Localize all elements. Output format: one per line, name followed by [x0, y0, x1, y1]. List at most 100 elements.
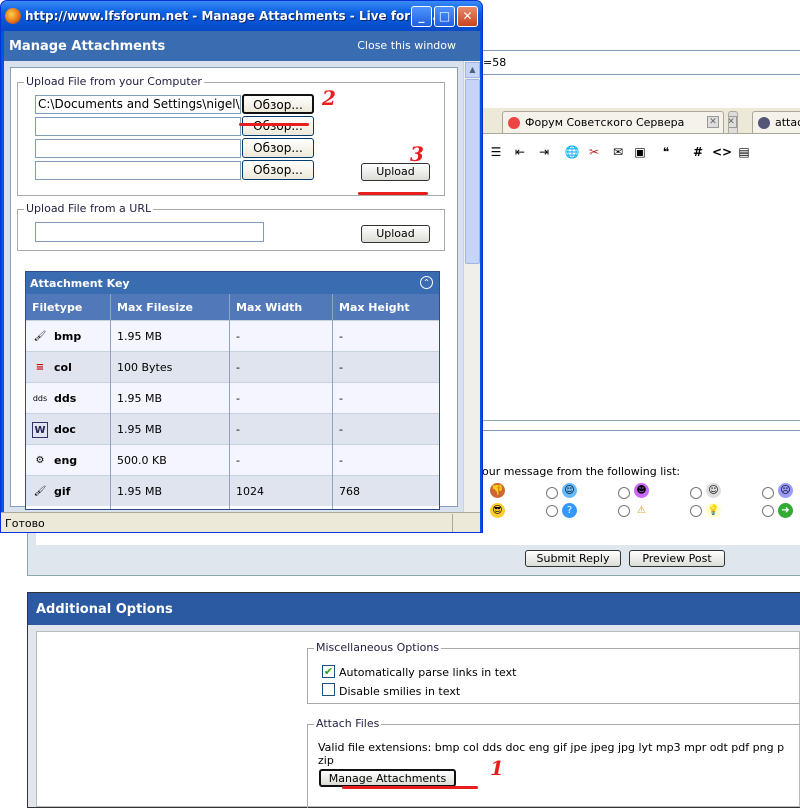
firefox-icon [5, 8, 21, 24]
smilie-radio[interactable] [762, 487, 774, 499]
browse-button-2[interactable]: Обзор... [242, 116, 314, 136]
tab-soviet-forum[interactable]: Форум Советского Сервера ✕ [502, 111, 724, 133]
annotation-step-1: 1 [490, 756, 504, 780]
valid-extensions-cont: zip [318, 754, 334, 767]
width-cell: - [236, 423, 240, 436]
quote-icon[interactable]: ❝ [658, 144, 674, 160]
smilie-radio[interactable] [546, 487, 558, 499]
filesize-cell: 500.0 KB [117, 454, 167, 467]
filetype-cell: eng [54, 454, 78, 467]
disable-smilies-checkbox[interactable] [322, 683, 335, 696]
close-tab-icon[interactable]: ✕ [729, 116, 737, 128]
link-icon[interactable]: 🌐 [564, 144, 580, 160]
attachment-key-title: Attachment Key [30, 277, 130, 290]
col-max-width: Max Width [236, 301, 303, 314]
indent-icon[interactable]: ⇥ [536, 144, 552, 160]
filetype-cell: dds [54, 392, 77, 405]
browse-button-1[interactable]: Обзор... [242, 94, 314, 114]
col-divider [332, 294, 333, 509]
smilie-radio[interactable] [690, 487, 702, 499]
cool-smiley-icon: 😎 [490, 503, 505, 518]
image-icon[interactable]: ▣ [632, 144, 648, 160]
close-tab-icon[interactable]: ✕ [707, 116, 719, 128]
height-cell: - [339, 330, 343, 343]
question-icon: ? [562, 503, 577, 518]
misc-options-legend: Miscellaneous Options [314, 641, 442, 654]
vertical-scrollbar[interactable]: ▲ ▼ [463, 61, 480, 532]
dialog-title: Manage Attachments [9, 39, 166, 54]
tab-close-button[interactable]: ✕ [728, 111, 738, 133]
collapse-icon[interactable]: ⌃ [420, 276, 433, 289]
height-cell: 768 [339, 485, 360, 498]
scroll-thumb[interactable] [465, 79, 480, 264]
submit-reply-button[interactable]: Submit Reply [525, 550, 621, 567]
parse-links-checkbox[interactable]: ✔ [322, 665, 335, 678]
scroll-up-icon[interactable]: ▲ [465, 62, 480, 78]
outdent-icon[interactable]: ⇤ [512, 144, 528, 160]
smilie-radio[interactable] [618, 505, 630, 517]
width-cell: - [236, 392, 240, 405]
table-row: 🖌 gif 1.95 MB 1024 768 [26, 475, 439, 506]
tab-favicon [758, 117, 770, 129]
col-max-height: Max Height [339, 301, 410, 314]
annotation-underline [358, 192, 428, 195]
additional-options-body: Miscellaneous Options ✔ Automatically pa… [36, 631, 800, 808]
address-bar[interactable]: =58 [476, 50, 800, 75]
smilie-radio[interactable] [546, 505, 558, 517]
engine-icon: ⚙ [35, 455, 45, 466]
url-input[interactable] [35, 222, 264, 242]
hash-icon[interactable]: # [690, 144, 706, 160]
close-window-link[interactable]: Close this window [357, 39, 456, 52]
upload-url-button[interactable]: Upload [361, 225, 430, 243]
message-editor[interactable] [482, 164, 800, 426]
tab-label: Форум Советского Сервера [525, 116, 685, 129]
height-cell: - [339, 423, 343, 436]
filesize-cell: 1.95 MB [117, 330, 163, 343]
valid-extensions-text: Valid file extensions: bmp col dds doc e… [318, 741, 785, 754]
code-icon[interactable]: <> [712, 144, 732, 160]
tab-attach[interactable]: attach [752, 111, 800, 133]
filesize-cell: 1.95 MB [117, 392, 163, 405]
window-titlebar[interactable]: http://www.lfsforum.net - Manage Attachm… [1, 1, 482, 31]
maximize-button[interactable]: □ [434, 6, 455, 27]
filesize-cell: 1.95 MB [117, 485, 163, 498]
idea-icon: 💡 [706, 503, 721, 518]
php-icon[interactable]: ▤ [736, 144, 752, 160]
file-input-4[interactable] [35, 161, 241, 180]
height-cell: - [339, 361, 343, 374]
bullet-list-icon[interactable]: ☰ [488, 144, 504, 160]
width-cell: - [236, 454, 240, 467]
height-cell: - [339, 454, 343, 467]
email-icon[interactable]: ✉ [610, 144, 626, 160]
warning-icon: ⚠ [637, 505, 646, 516]
minimize-button[interactable]: _ [411, 6, 432, 27]
resize-grip[interactable] [452, 514, 480, 532]
table-row: 🖌 bmp 1.95 MB - - [26, 320, 439, 351]
browse-button-3[interactable]: Обзор... [242, 138, 314, 158]
tab-label: attach [775, 116, 800, 129]
grin-icon: ☻ [634, 483, 649, 498]
smilie-radio[interactable] [618, 487, 630, 499]
paint-icon: 🖌 [33, 486, 47, 497]
smilie-radio[interactable] [690, 505, 702, 517]
smile-icon: ☺ [562, 483, 577, 498]
browse-button-4[interactable]: Обзор... [242, 160, 314, 180]
col-divider [110, 294, 111, 509]
manage-attachments-button[interactable]: Manage Attachments [319, 769, 456, 787]
window-title: http://www.lfsforum.net - Manage Attachm… [25, 9, 437, 23]
close-window-button[interactable]: ✕ [457, 6, 478, 27]
table-row: Wdoc 1.95 MB - - [26, 413, 439, 444]
editor-toolbar: ☰ ⇤ ⇥ 🌐 ✂ ✉ ▣ ❝ # <> ▤ [482, 140, 800, 164]
parse-links-label: Automatically parse links in text [339, 666, 517, 679]
col-divider [229, 294, 230, 509]
attachment-key-table: Attachment Key ⌃ Filetype Max Filesize M… [25, 271, 440, 510]
file-input-1[interactable]: C:\Documents and Settings\nigel\R [35, 95, 241, 114]
additional-options-title: Additional Options [28, 593, 800, 625]
file-input-3[interactable] [35, 139, 241, 158]
preview-post-button[interactable]: Preview Post [629, 550, 725, 567]
attach-files-legend: Attach Files [314, 717, 382, 730]
unlink-icon[interactable]: ✂ [586, 144, 602, 160]
word-doc-icon: W [32, 422, 48, 438]
file-input-2[interactable] [35, 117, 241, 136]
smilie-radio[interactable] [762, 505, 774, 517]
